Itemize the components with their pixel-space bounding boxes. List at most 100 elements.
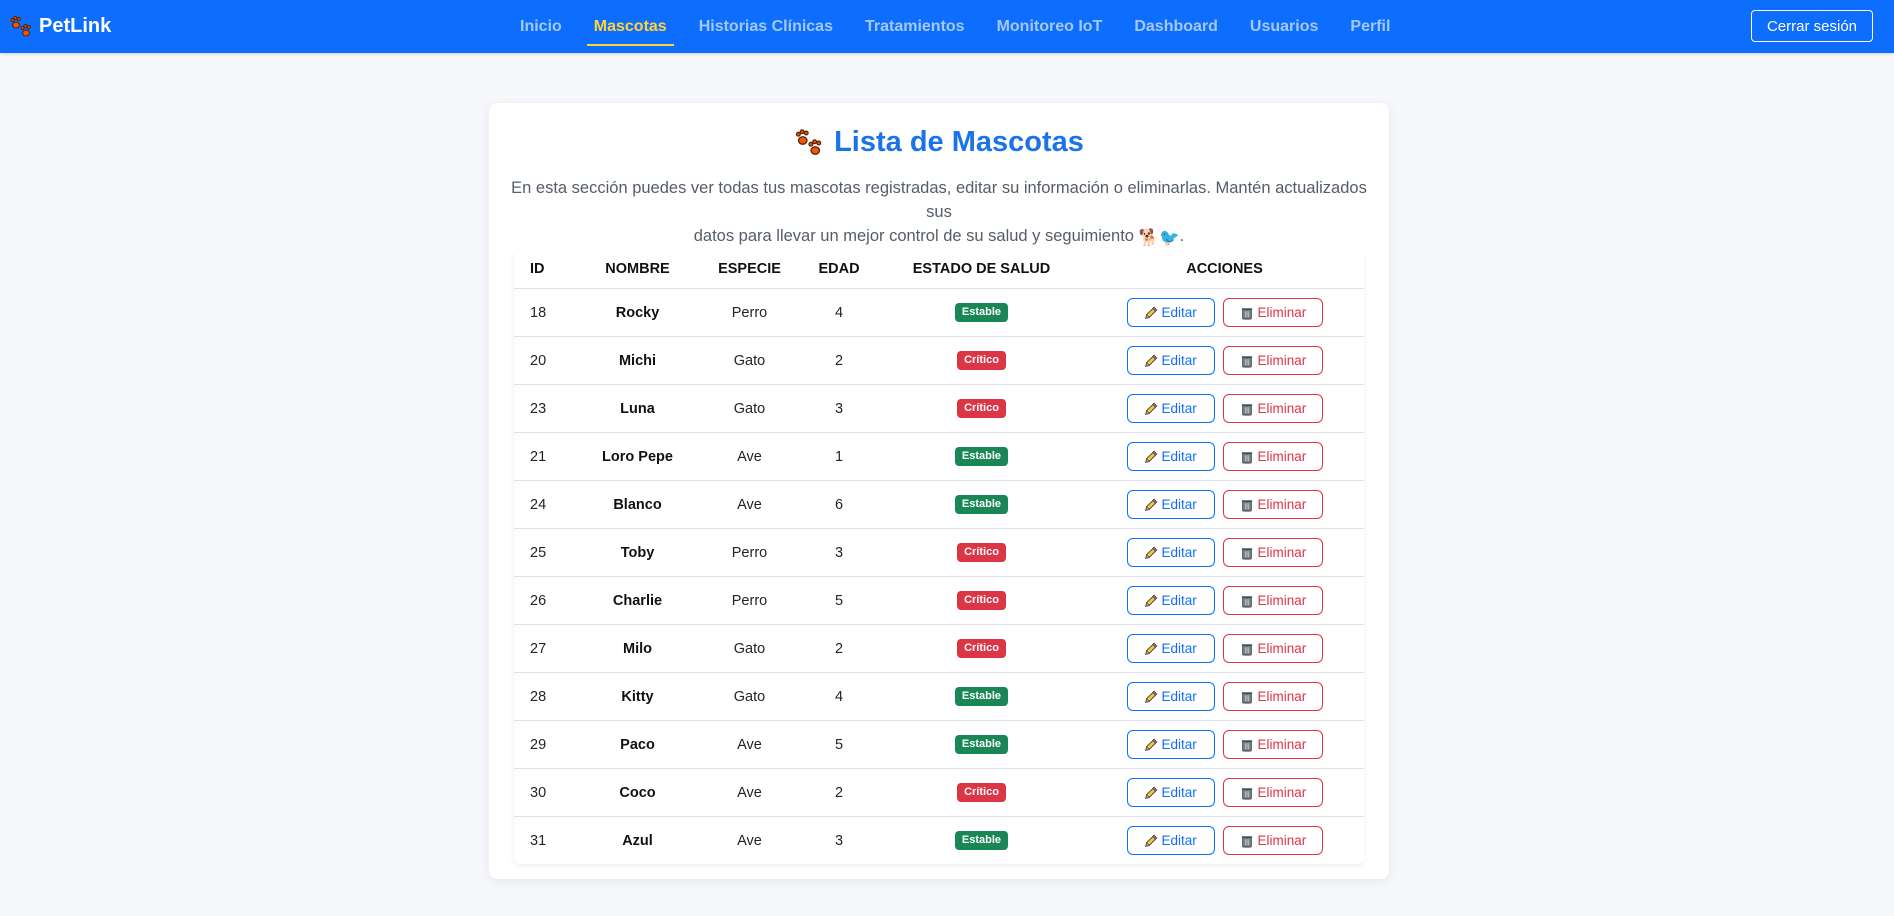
nav-item-dashboard[interactable]: Dashboard xyxy=(1118,0,1234,53)
edit-button[interactable]: Editar xyxy=(1126,298,1215,327)
delete-button[interactable]: Eliminar xyxy=(1222,394,1323,423)
nav-item-historias-clínicas[interactable]: Historias Clínicas xyxy=(683,0,849,53)
edit-button[interactable]: Editar xyxy=(1126,394,1215,423)
delete-label: Eliminar xyxy=(1257,353,1307,368)
pets-card: Lista de Mascotas En esta sección puedes… xyxy=(489,103,1389,879)
page-title-text: Lista de Mascotas xyxy=(834,126,1084,158)
delete-button[interactable]: Eliminar xyxy=(1222,682,1323,711)
edit-label: Editar xyxy=(1161,497,1197,512)
delete-button[interactable]: Eliminar xyxy=(1222,490,1323,519)
health-badge: Crítico xyxy=(957,543,1006,562)
nav-item-perfil[interactable]: Perfil xyxy=(1334,0,1406,53)
trash-icon xyxy=(1241,403,1252,415)
trash-icon xyxy=(1241,595,1252,607)
health-badge: Crítico xyxy=(957,591,1006,610)
pencil-icon xyxy=(1144,738,1157,751)
pencil-icon xyxy=(1144,546,1157,559)
delete-button[interactable]: Eliminar xyxy=(1222,778,1323,807)
delete-label: Eliminar xyxy=(1257,449,1307,464)
cell-id: 31 xyxy=(530,832,547,849)
delete-button[interactable]: Eliminar xyxy=(1222,346,1323,375)
trash-icon xyxy=(1241,451,1252,463)
header-species: ESPECIE xyxy=(699,250,800,289)
edit-button[interactable]: Editar xyxy=(1126,826,1215,855)
cell-id: 30 xyxy=(514,768,576,817)
edit-button[interactable]: Editar xyxy=(1126,730,1215,759)
cell-health: Crítico xyxy=(878,384,1085,433)
cell-actions: Editar Eliminar xyxy=(1085,672,1364,721)
cell-id: 29 xyxy=(514,720,576,769)
cell-id: 26 xyxy=(514,576,576,625)
brand-logo[interactable]: PetLink xyxy=(9,15,111,39)
cell-name: Coco xyxy=(576,768,699,817)
nav-item-monitoreo-iot[interactable]: Monitoreo IoT xyxy=(981,0,1119,53)
edit-label: Editar xyxy=(1161,785,1197,800)
health-badge: Crítico xyxy=(957,351,1006,370)
pencil-icon xyxy=(1144,306,1157,319)
delete-button[interactable]: Eliminar xyxy=(1222,826,1323,855)
delete-button[interactable]: Eliminar xyxy=(1222,298,1323,327)
delete-button[interactable]: Eliminar xyxy=(1222,538,1323,567)
cell-name: Kitty xyxy=(576,672,699,721)
header-health: ESTADO DE SALUD xyxy=(878,250,1085,289)
table-row: 28 Kitty Gato 4 Estable Editar Eliminar xyxy=(514,672,1364,721)
cell-id: 21 xyxy=(514,432,576,481)
cell-health: Crítico xyxy=(878,768,1085,817)
nav-item-usuarios[interactable]: Usuarios xyxy=(1234,0,1334,53)
cell-species: Ave xyxy=(699,432,800,481)
delete-label: Eliminar xyxy=(1257,545,1307,560)
cell-health: Crítico xyxy=(878,528,1085,577)
cell-actions: Editar Eliminar xyxy=(1085,336,1364,385)
trash-icon xyxy=(1241,739,1252,751)
edit-button[interactable]: Editar xyxy=(1126,778,1215,807)
page-subtitle: En esta sección puedes ver todas tus mas… xyxy=(509,176,1369,250)
main-nav: Inicio Mascotas Historias Clínicas Tratamie… xyxy=(504,0,1406,53)
delete-button[interactable]: Eliminar xyxy=(1222,634,1323,663)
nav-item-mascotas[interactable]: Mascotas xyxy=(578,0,683,53)
cell-species: Ave xyxy=(699,768,800,817)
brand-name: PetLink xyxy=(39,15,112,37)
trash-icon xyxy=(1241,499,1252,511)
cell-name: Michi xyxy=(576,336,699,385)
nav-item-inicio[interactable]: Inicio xyxy=(504,0,578,53)
cell-name: Rocky xyxy=(576,288,699,337)
top-navbar: PetLink Inicio Mascotas Historias Clínicas… xyxy=(0,0,1894,53)
edit-button[interactable]: Editar xyxy=(1126,682,1215,711)
delete-label: Eliminar xyxy=(1257,689,1307,704)
cell-species: Gato xyxy=(699,384,800,433)
cell-actions: Editar Eliminar xyxy=(1085,720,1364,769)
edit-button[interactable]: Editar xyxy=(1126,346,1215,375)
trash-icon xyxy=(1241,787,1252,799)
table-row: 25 Toby Perro 3 Crítico Editar Eliminar xyxy=(514,528,1364,577)
pencil-icon xyxy=(1144,642,1157,655)
logout-button[interactable]: Cerrar sesión xyxy=(1750,10,1873,42)
cell-actions: Editar Eliminar xyxy=(1085,817,1364,865)
edit-button[interactable]: Editar xyxy=(1126,586,1215,615)
edit-label: Editar xyxy=(1161,689,1197,704)
edit-button[interactable]: Editar xyxy=(1126,634,1215,663)
cell-id: 24 xyxy=(514,480,576,529)
cell-id: 20 xyxy=(514,336,576,385)
cell-species: Perro xyxy=(699,528,800,577)
cell-age: 2 xyxy=(800,624,878,673)
edit-button[interactable]: Editar xyxy=(1126,490,1215,519)
health-badge: Estable xyxy=(954,447,1009,466)
delete-button[interactable]: Eliminar xyxy=(1222,442,1323,471)
nav-item-tratamientos[interactable]: Tratamientos xyxy=(849,0,981,53)
pets-table: ID NOMBRE ESPECIE EDAD ESTADO DE SALUD A… xyxy=(514,250,1364,864)
pencil-icon xyxy=(1144,786,1157,799)
table-row: 24 Blanco Ave 6 Estable Editar Eliminar xyxy=(514,480,1364,529)
table-header-row: ID NOMBRE ESPECIE EDAD ESTADO DE SALUD A… xyxy=(514,250,1364,289)
pencil-icon xyxy=(1144,498,1157,511)
delete-button[interactable]: Eliminar xyxy=(1222,586,1323,615)
edit-label: Editar xyxy=(1161,593,1197,608)
health-badge: Crítico xyxy=(957,639,1006,658)
cell-age: 5 xyxy=(800,576,878,625)
pencil-icon xyxy=(1144,594,1157,607)
delete-button[interactable]: Eliminar xyxy=(1222,730,1323,759)
cell-id: 27 xyxy=(514,624,576,673)
delete-label: Eliminar xyxy=(1257,833,1307,848)
edit-button[interactable]: Editar xyxy=(1126,538,1215,567)
edit-button[interactable]: Editar xyxy=(1126,442,1215,471)
cell-actions: Editar Eliminar xyxy=(1085,768,1364,817)
